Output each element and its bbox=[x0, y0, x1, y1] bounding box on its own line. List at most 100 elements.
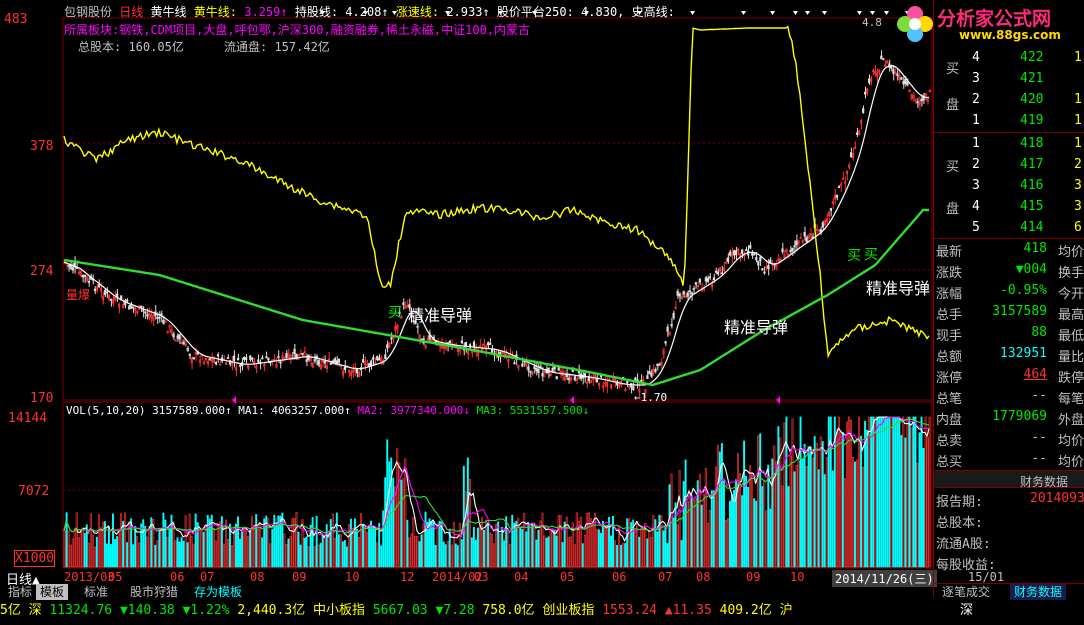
candle-body bbox=[682, 291, 685, 295]
volume-bar bbox=[148, 526, 151, 568]
candle-body bbox=[835, 194, 839, 198]
finance-row: 每股收益: bbox=[934, 552, 1084, 573]
tab-save-template[interactable]: 存为模板 bbox=[190, 584, 246, 600]
volume-bar bbox=[608, 516, 610, 568]
ticker-right-label: 深 bbox=[960, 603, 974, 618]
volume-bar bbox=[557, 515, 560, 568]
volume-bar bbox=[601, 520, 604, 568]
candle-body bbox=[751, 252, 754, 256]
volume-bar bbox=[303, 537, 306, 568]
tab-standard[interactable]: 标准 bbox=[80, 584, 112, 600]
quote-right-label: 跌停 bbox=[1058, 371, 1084, 386]
candle-body bbox=[595, 378, 599, 383]
quote-value: 3157589 bbox=[992, 304, 1047, 319]
quote-value: -- bbox=[1031, 430, 1047, 445]
ask-row[interactable]: 4 422 1 bbox=[934, 48, 1084, 69]
candle-body bbox=[573, 376, 576, 381]
volume-bar bbox=[430, 521, 433, 568]
ticker-item: 5亿 深 bbox=[0, 603, 50, 618]
volume-bar bbox=[178, 541, 181, 568]
volume-bar bbox=[636, 520, 639, 568]
volume-bar bbox=[708, 509, 711, 568]
bid-price: 415 bbox=[1020, 199, 1044, 214]
volume-bar bbox=[372, 527, 375, 568]
volume-bar bbox=[261, 537, 264, 568]
candle-body bbox=[370, 360, 373, 366]
volume-bar bbox=[533, 523, 536, 568]
tab-finance-data[interactable]: 财务数据 bbox=[1010, 584, 1067, 600]
candle-body bbox=[690, 292, 693, 295]
volume-bar bbox=[116, 536, 118, 568]
volume-bar bbox=[690, 495, 693, 568]
volume-bar bbox=[519, 526, 522, 568]
ticker-item: 创业板指 bbox=[542, 603, 603, 618]
volume-bar bbox=[362, 523, 364, 568]
volume-bar bbox=[809, 446, 812, 568]
volume-bar bbox=[739, 473, 742, 568]
volume-bar bbox=[656, 531, 659, 568]
volume-bar bbox=[349, 518, 352, 568]
tab-stock-hunt[interactable]: 股市狩猎 bbox=[126, 584, 182, 600]
ask-row[interactable]: 3 421 bbox=[934, 69, 1084, 90]
volume-bar bbox=[581, 543, 584, 568]
volume-bar bbox=[880, 416, 883, 568]
volume-bar bbox=[561, 542, 564, 568]
date-tick: 09 bbox=[292, 570, 307, 584]
candle-body bbox=[741, 249, 744, 254]
volume-bar bbox=[872, 416, 875, 568]
tab-tick-trades[interactable]: 逐笔成交 bbox=[938, 584, 994, 600]
min-price-label: ←1.70 bbox=[634, 391, 668, 404]
quote-row: 总笔 -- 每笔 bbox=[934, 386, 1084, 407]
candle-body bbox=[176, 335, 179, 339]
buy-signal-2: 买 bbox=[847, 248, 861, 264]
ask-level: 3 bbox=[972, 71, 980, 86]
candle-body bbox=[658, 363, 661, 366]
volume-bar bbox=[862, 466, 865, 568]
indicator-platform: 股价平台250: 4.830, bbox=[496, 5, 625, 19]
bid-row[interactable]: 5 414 6 bbox=[934, 218, 1084, 239]
volume-bar bbox=[573, 544, 576, 568]
quote-right-label: 最低 bbox=[1058, 329, 1084, 344]
candle-body bbox=[529, 370, 532, 373]
bid-row[interactable]: 1 418 1 bbox=[934, 134, 1084, 155]
tab-template[interactable]: 模板 bbox=[36, 584, 69, 600]
kline-chart-svg[interactable] bbox=[0, 0, 933, 597]
volume-bar bbox=[382, 510, 385, 568]
quote-label: 总额 bbox=[936, 350, 963, 365]
candle-body bbox=[688, 290, 691, 293]
top-marker-icon bbox=[857, 11, 862, 15]
bid-row[interactable]: 4 415 3 bbox=[934, 197, 1084, 218]
candle-body bbox=[236, 357, 240, 361]
volume-bar bbox=[745, 475, 748, 568]
bid-row[interactable]: 3 416 3 bbox=[934, 176, 1084, 197]
vol-ma2: MA2: 3977340.000↓ bbox=[357, 404, 471, 417]
volume-bar bbox=[724, 520, 727, 568]
candle-body bbox=[654, 369, 657, 372]
volume-bar bbox=[162, 512, 165, 568]
volume-bar bbox=[652, 514, 655, 568]
volume-bar bbox=[297, 531, 300, 568]
volume-bar bbox=[472, 526, 475, 568]
candle-body bbox=[192, 357, 195, 360]
volume-bar bbox=[900, 435, 903, 568]
ask-row[interactable]: 1 419 1 bbox=[934, 111, 1084, 132]
volume-bar bbox=[394, 486, 397, 568]
bid-row[interactable]: 2 417 2 bbox=[934, 155, 1084, 176]
volume-bar bbox=[305, 536, 308, 568]
volume-bar bbox=[555, 535, 558, 568]
candle-body bbox=[372, 357, 375, 360]
volume-burst-label: 量爆 bbox=[66, 288, 91, 302]
ask-row[interactable]: 2 420 1 bbox=[934, 90, 1084, 111]
date-tick: 10 bbox=[790, 570, 805, 584]
kline-chart-area[interactable]: 包钢股份 日线 黄牛线 黄牛线: 3.259↑ 持股线: 4.208↑ 涨速线:… bbox=[0, 0, 1004, 600]
volume-bar bbox=[313, 546, 316, 568]
volume-bar bbox=[716, 444, 719, 568]
candle-body bbox=[759, 256, 762, 262]
volume-bar bbox=[878, 416, 881, 568]
volume-bar bbox=[733, 490, 735, 568]
quote-label: 涨停 bbox=[936, 371, 963, 386]
candle-body bbox=[763, 271, 766, 274]
tab-indicator[interactable]: 指标 bbox=[4, 584, 36, 600]
volume-bar bbox=[660, 515, 663, 568]
candle-body bbox=[384, 354, 387, 360]
